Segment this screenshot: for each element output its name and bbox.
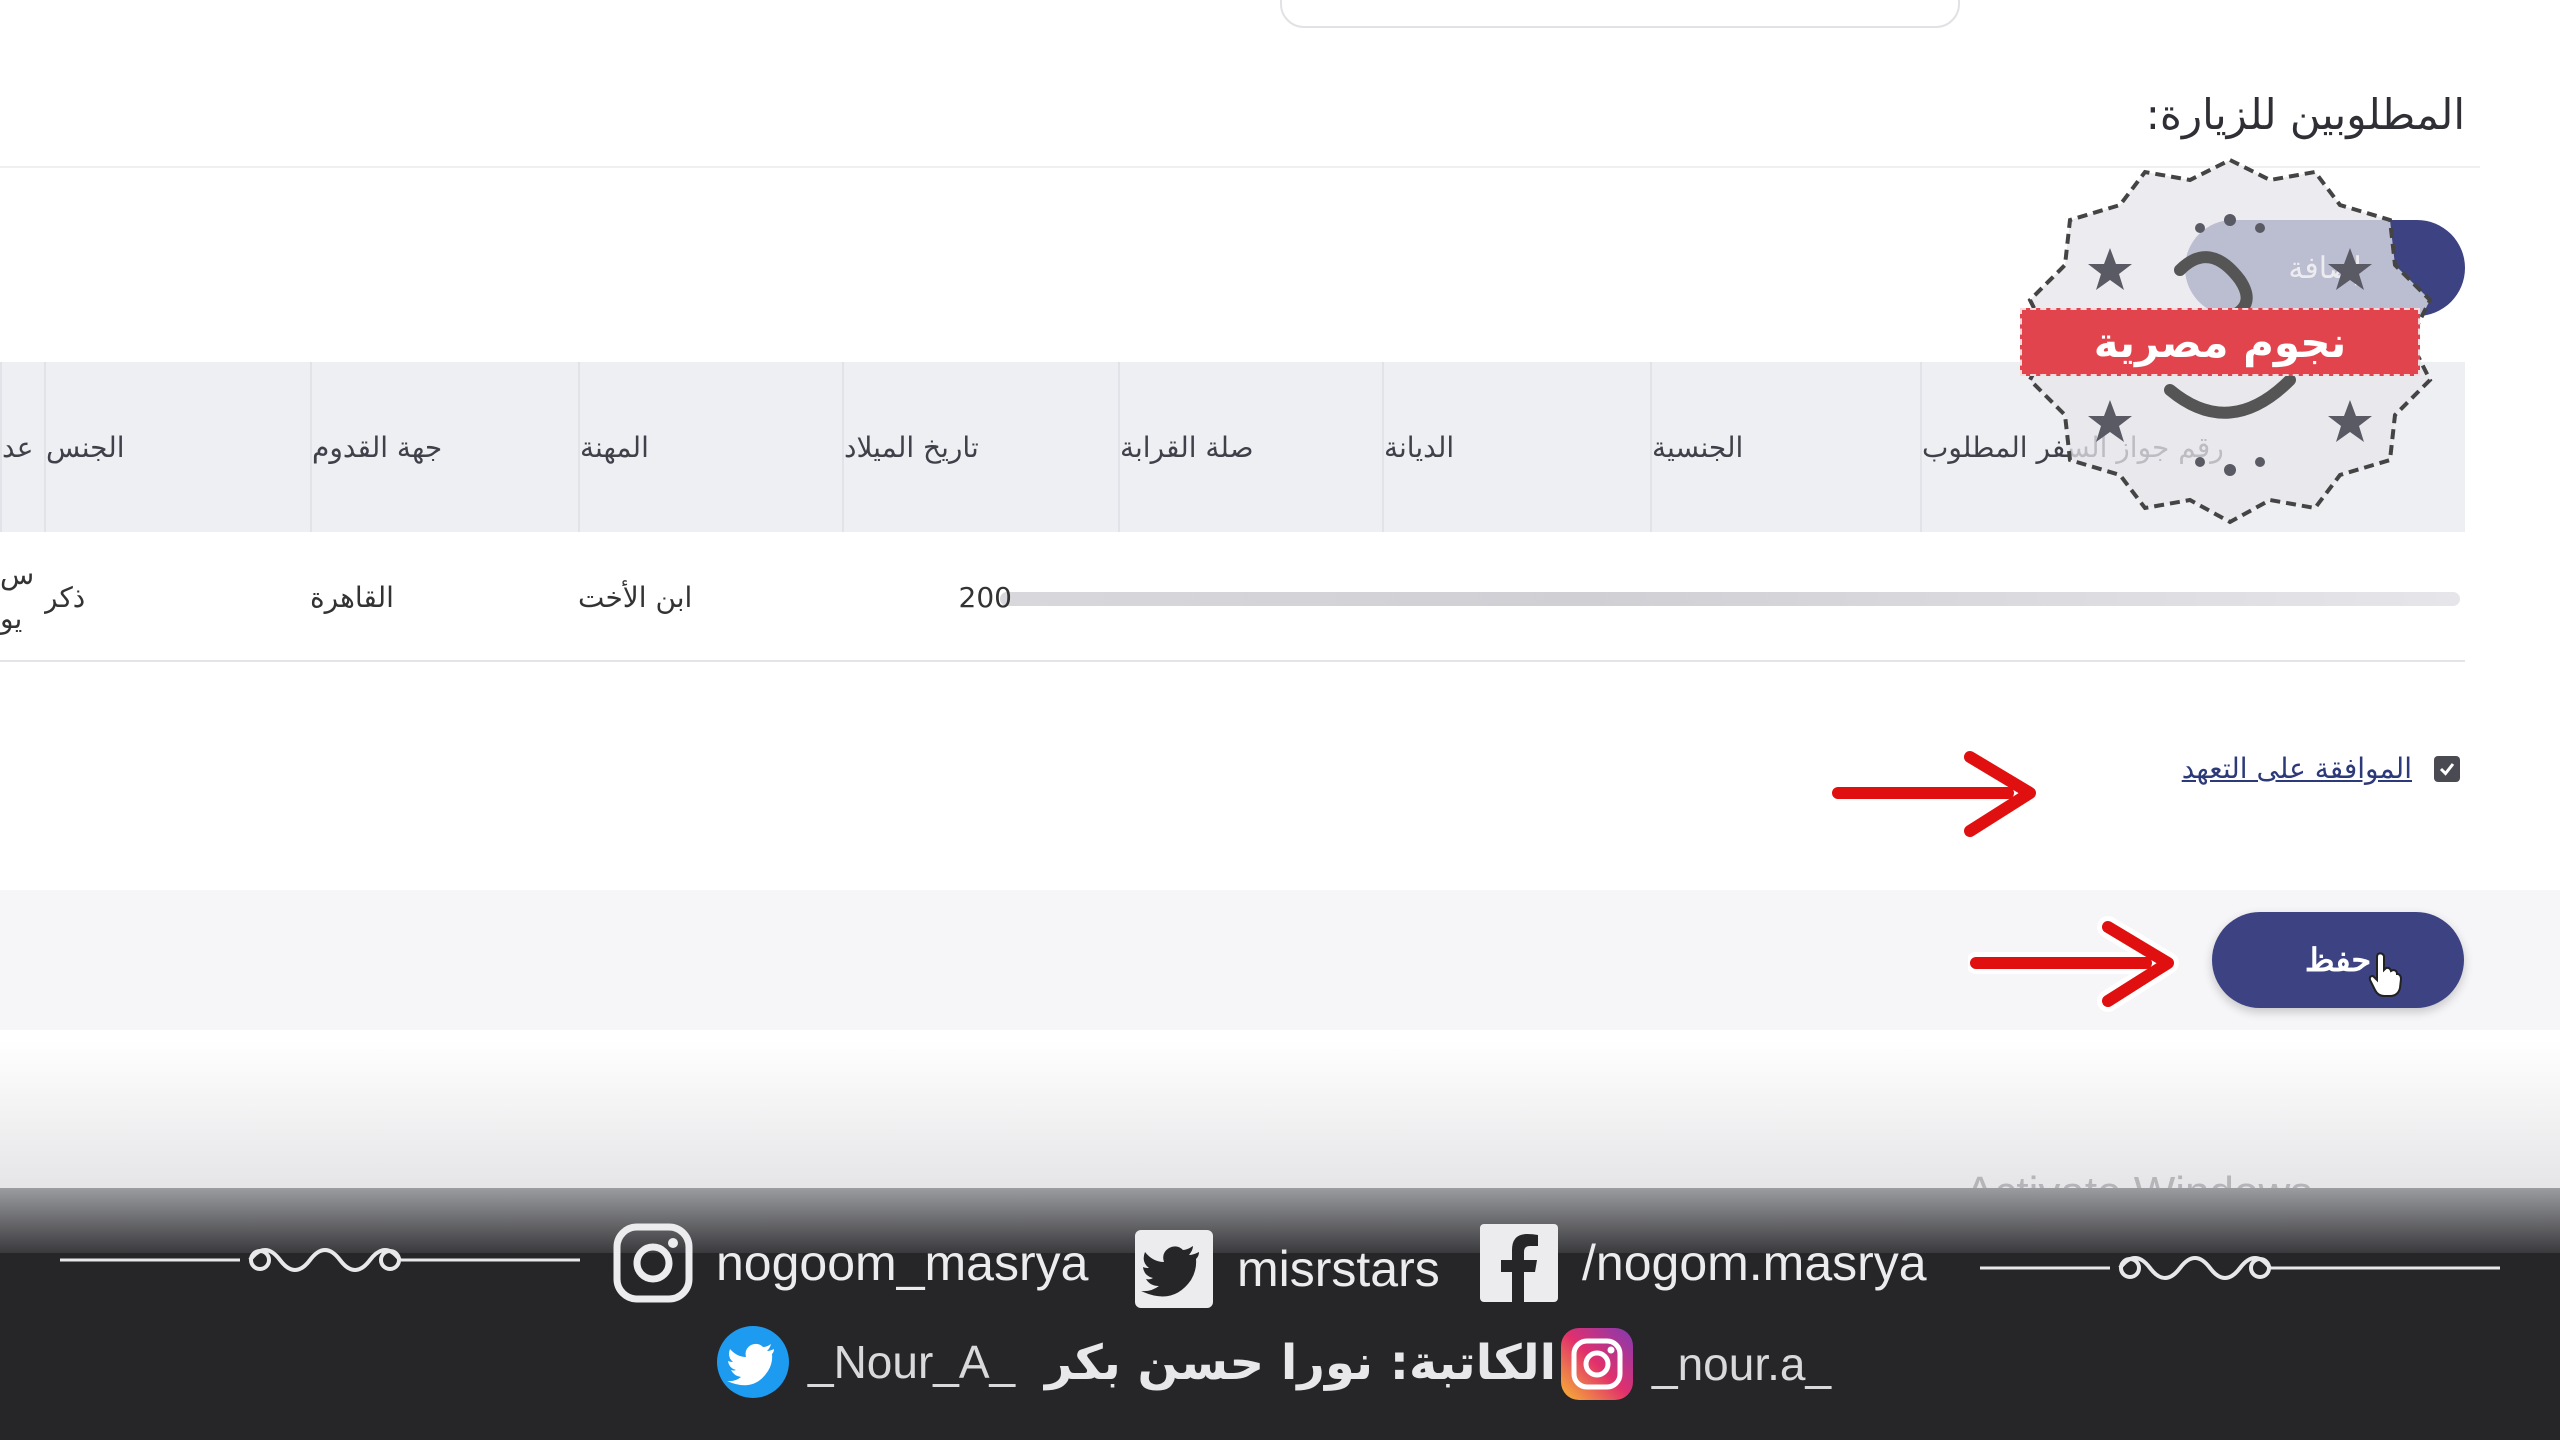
blurred-cells xyxy=(1000,592,2460,606)
author-instagram[interactable]: _nour.a_ xyxy=(1560,1327,1831,1401)
twitter-icon xyxy=(1135,1230,1213,1308)
cursor-icon xyxy=(2368,952,2402,997)
check-icon xyxy=(2439,762,2455,776)
social-links: nogoom_masrya misrstars /nogom.masrya xyxy=(0,1212,2560,1312)
th-partial: عد xyxy=(0,362,44,532)
th-nationality: الجنسية xyxy=(1650,362,1920,532)
logo-banner: نجوم مصرية xyxy=(2020,308,2420,376)
twitter-icon xyxy=(717,1326,789,1398)
author-twitter[interactable]: _Nour_A_ xyxy=(716,1325,1015,1399)
td-gender: ذكر xyxy=(44,580,86,614)
th-gender: الجنس xyxy=(44,362,310,532)
twitter-handle: misrstars xyxy=(1237,1241,1440,1297)
td-birth-date: 200 xyxy=(958,580,1012,614)
th-origin: جهة القدوم xyxy=(310,362,578,532)
author-instagram-handle: _nour.a_ xyxy=(1652,1338,1832,1390)
facebook-icon xyxy=(1480,1224,1558,1304)
instagram-handle: nogoom_masrya xyxy=(716,1235,1089,1291)
agreement-checkbox[interactable] xyxy=(2434,755,2460,782)
td-profession: ابن الأخت xyxy=(578,580,693,614)
logo-banner-text: نجوم مصرية xyxy=(2093,317,2347,367)
th-profession: المهنة xyxy=(578,362,842,532)
td-partial: س يو xyxy=(0,532,44,662)
section-title: المطلوبين للزيارة: xyxy=(2145,90,2465,139)
top-input-field[interactable] xyxy=(1280,0,1960,28)
author-name: الكاتبة: نورا حسن بكر xyxy=(1045,1335,1557,1391)
author-twitter-handle: _Nour_A_ xyxy=(808,1336,1016,1388)
instagram-icon xyxy=(613,1223,693,1303)
th-religion: الديانة xyxy=(1382,362,1650,532)
agreement-link[interactable]: الموافقة على التعهد xyxy=(2182,752,2412,785)
social-twitter[interactable]: misrstars xyxy=(1133,1228,1440,1310)
arrow-right-icon xyxy=(1968,916,2179,1012)
instagram-icon xyxy=(1561,1328,1633,1400)
th-relation: صلة القرابة xyxy=(1118,362,1382,532)
td-origin: القاهرة xyxy=(310,580,394,614)
save-button[interactable]: حفظ xyxy=(2212,912,2464,1008)
facebook-handle: /nogom.masrya xyxy=(1582,1235,1927,1291)
td-partial-line1: س xyxy=(0,558,35,591)
table-row: 200 ابن الأخت القاهرة ذكر س يو xyxy=(0,532,2465,662)
social-facebook[interactable]: /nogom.masrya xyxy=(1478,1222,1927,1304)
th-birth-date: تاريخ الميلاد xyxy=(842,362,1118,532)
agreement-row: الموافقة على التعهد xyxy=(2182,752,2460,785)
social-instagram[interactable]: nogoom_masrya xyxy=(612,1222,1088,1304)
td-partial-line2: يو xyxy=(0,602,23,635)
arrow-right-icon xyxy=(1830,746,2041,842)
